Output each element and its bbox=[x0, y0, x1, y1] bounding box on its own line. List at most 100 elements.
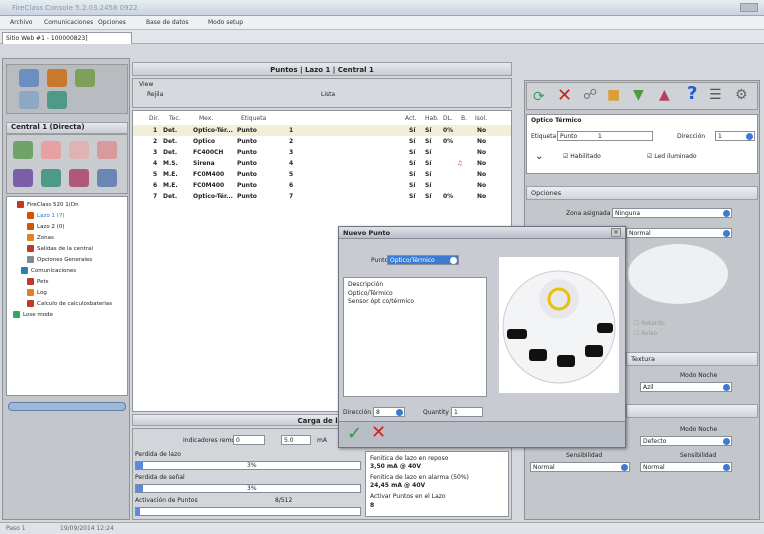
help-icon[interactable]: ? bbox=[687, 83, 697, 104]
description-line: Sensor ópt co/térmico bbox=[348, 298, 415, 305]
menu-modo-setup[interactable]: Modo setup bbox=[208, 19, 243, 26]
retardo-checkbox[interactable]: ☐ Retardo bbox=[634, 320, 665, 327]
download-icon[interactable]: ▼ bbox=[633, 87, 644, 103]
opciones-header[interactable]: Opciones bbox=[526, 186, 758, 200]
cancel-icon[interactable]: ✕ bbox=[371, 422, 386, 443]
table-row[interactable]: 3 Det. FC400CH Punto 3 Sí Sí No bbox=[133, 147, 511, 158]
direccion-label: Dirección bbox=[677, 133, 706, 140]
quantity-label: Quantity bbox=[423, 409, 449, 416]
led-checkbox[interactable]: ☑ Led iluminado bbox=[647, 153, 697, 160]
table-row[interactable]: 2 Det. Optico Punto 2 Sí Sí 0% No bbox=[133, 136, 511, 147]
tree-item[interactable]: Comunicaciones bbox=[21, 267, 76, 274]
description-box[interactable]: Descripción Optico/Térmico Sensor ópt co… bbox=[343, 277, 487, 397]
edit-icon[interactable] bbox=[47, 69, 67, 87]
eraser-icon[interactable]: ■ bbox=[607, 87, 620, 103]
table-row[interactable]: 5 M.E. FC0M400 Punto 5 Sí Sí No bbox=[133, 169, 511, 180]
tree-item[interactable]: Log bbox=[27, 289, 47, 296]
tree-item[interactable]: Lazo 1 (7) bbox=[27, 212, 64, 219]
perdida-lazo-label: Perdida de lazo bbox=[135, 451, 181, 458]
menu-archivo[interactable]: Archivo bbox=[10, 19, 32, 26]
normal-select[interactable]: Normal bbox=[626, 228, 732, 238]
tree-item[interactable]: Pets bbox=[27, 278, 49, 285]
dialog-title: Nuevo Punto bbox=[339, 227, 625, 239]
table-header: Dir. Tec. Mex. Etiqueta Act. Hab. DL. B.… bbox=[149, 115, 488, 122]
view-label: View bbox=[139, 81, 154, 88]
search-icon[interactable] bbox=[19, 91, 39, 109]
tree-item[interactable]: Calculo de calculosbaterias bbox=[27, 300, 112, 307]
delete-icon[interactable] bbox=[69, 141, 89, 159]
view-grid-option[interactable]: Rejila bbox=[147, 91, 163, 98]
menu-comunicaciones[interactable]: Comunicaciones bbox=[44, 19, 93, 26]
indicators-input[interactable]: 0 bbox=[233, 435, 265, 445]
sensibilidad-select[interactable]: Normal bbox=[530, 462, 630, 472]
menu-base-datos[interactable]: Base de datos bbox=[146, 19, 189, 26]
database-icon[interactable] bbox=[19, 69, 39, 87]
title-bar: FireClass Console 5.2.03.2458 0922 bbox=[0, 0, 764, 16]
tree-item[interactable]: Lose mode bbox=[13, 311, 53, 318]
direccion-input[interactable]: 1 bbox=[715, 131, 755, 141]
view-selector: View Rejila Lista bbox=[132, 78, 512, 108]
etiqueta-input[interactable]: Punto 1 bbox=[557, 131, 653, 141]
tree-item[interactable]: Salidas de la central bbox=[27, 245, 93, 252]
delete-icon[interactable]: ✕ bbox=[557, 85, 572, 106]
view-list-option[interactable]: Lista bbox=[321, 91, 335, 98]
add-icon[interactable] bbox=[13, 141, 33, 159]
section-header[interactable] bbox=[626, 404, 758, 418]
window-controls[interactable] bbox=[740, 3, 758, 12]
table-row[interactable]: 1 Det. Optico-Tér... Punto 1 Sí Sí 0% No bbox=[133, 125, 511, 136]
textura-header[interactable]: Textura bbox=[626, 352, 758, 366]
upload-icon[interactable]: ▲ bbox=[659, 87, 670, 103]
confirm-icon[interactable]: ✓ bbox=[347, 423, 362, 444]
direccion-input[interactable]: 8 bbox=[373, 407, 405, 417]
status-time: 19/09/2014 12:24 bbox=[60, 525, 114, 532]
punto-select[interactable]: Optico/Térmico bbox=[387, 255, 459, 265]
sensibilidad-select[interactable]: Normal bbox=[640, 462, 732, 472]
modo-noche-select[interactable]: Defecto bbox=[640, 436, 732, 446]
refresh-icon[interactable] bbox=[47, 91, 67, 109]
download-icon[interactable] bbox=[41, 169, 61, 187]
aviso-checkbox[interactable]: ☐ Aviso bbox=[634, 330, 657, 337]
link-icon[interactable]: ☍ bbox=[583, 87, 597, 103]
zoom-icon[interactable] bbox=[97, 169, 117, 187]
close-icon[interactable] bbox=[97, 141, 117, 159]
current-input[interactable]: 5.0 bbox=[281, 435, 311, 445]
lazo-info: Fenitica de lazo en reposo 3,50 mA @ 40V… bbox=[365, 451, 509, 517]
tree-item[interactable]: Zonas bbox=[27, 234, 54, 241]
table-row[interactable]: 4 M.S. Sirena Punto 4 Sí Sí ♫ No bbox=[133, 158, 511, 169]
back-icon[interactable]: ⟳ bbox=[533, 89, 545, 105]
zona-select[interactable]: Ninguna bbox=[612, 208, 732, 218]
close-icon[interactable]: × bbox=[611, 228, 621, 237]
sensibilidad-label: Sensibilidad bbox=[680, 452, 717, 459]
horizontal-scrollbar[interactable] bbox=[8, 402, 126, 411]
status-left: Paso 1 bbox=[6, 525, 26, 532]
table-row[interactable]: 6 M.E. FC0M400 Punto 6 Sí Sí No bbox=[133, 180, 511, 191]
document-tab[interactable]: Sitio Web #1 - 100000823] bbox=[2, 32, 132, 44]
menu-opciones[interactable]: Opciones bbox=[98, 19, 126, 26]
modo-noche-label: Modo Noche bbox=[680, 372, 718, 379]
tree-item[interactable]: FireClass 520 1(Dn bbox=[17, 201, 79, 208]
central-label: Central 1 (Directa) bbox=[6, 122, 128, 134]
table-row[interactable]: 7 Det. Optico-Tér... Punto 7 Sí Sí 0% No bbox=[133, 191, 511, 202]
connect-icon[interactable] bbox=[13, 169, 33, 187]
central-toolbar bbox=[6, 134, 128, 194]
collapse-icon[interactable]: ⌄ bbox=[535, 151, 543, 162]
tree-icon[interactable] bbox=[75, 69, 95, 87]
description-line: Optico/Térmico bbox=[348, 290, 393, 297]
upload-icon[interactable] bbox=[69, 169, 89, 187]
current-unit: mA bbox=[317, 437, 327, 444]
quantity-input[interactable]: 1 bbox=[451, 407, 483, 417]
activacion-value: 8/512 bbox=[275, 497, 293, 504]
tree-item[interactable]: Lazo 2 (0) bbox=[27, 223, 64, 230]
direccion-label: Dirección bbox=[343, 409, 372, 416]
settings-icon[interactable]: ⚙ bbox=[735, 87, 748, 103]
habilitado-checkbox[interactable]: ☑ Habilitado bbox=[563, 153, 601, 160]
modo-noche-select[interactable]: Azil bbox=[640, 382, 732, 392]
list-icon[interactable]: ☰ bbox=[709, 87, 722, 103]
activacion-bar bbox=[135, 507, 361, 516]
detector-image bbox=[499, 257, 619, 393]
undo-icon[interactable] bbox=[41, 141, 61, 159]
tree-item[interactable]: Opciones Generales bbox=[27, 256, 92, 263]
bell-icon: ♫ bbox=[457, 160, 463, 167]
optico-termico-section: Optico Térmico Etiqueta Punto 1 Dirección… bbox=[526, 114, 758, 174]
perdida-lazo-value: 3% bbox=[247, 462, 257, 469]
